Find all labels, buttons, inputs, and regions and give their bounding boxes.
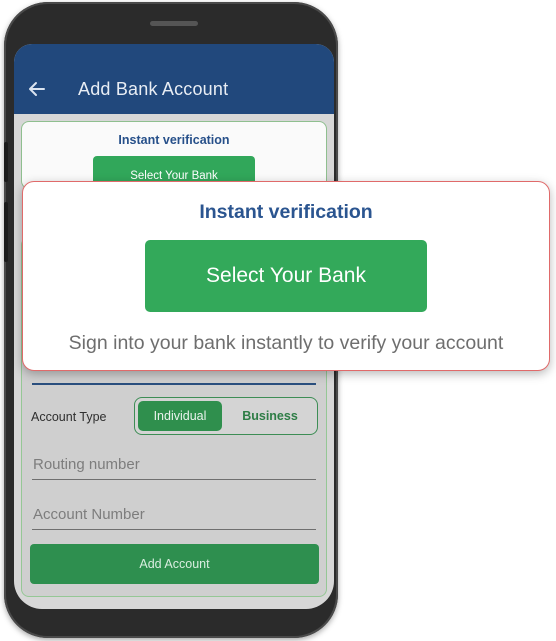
popup-title: Instant verification (199, 201, 373, 223)
account-number-field[interactable]: Account Number (32, 499, 316, 530)
phone-speaker (150, 21, 198, 26)
instant-verification-card: Instant verification Select Your Bank (21, 121, 327, 189)
phone-side-button (4, 202, 8, 262)
popup-select-bank-button[interactable]: Select Your Bank (145, 240, 427, 312)
routing-number-field[interactable]: Routing number (32, 449, 316, 480)
stage: Add Bank Account Instant verification Se… (0, 0, 556, 641)
account-type-toggle: Individual Business (134, 397, 318, 435)
account-number-placeholder: Account Number (33, 506, 145, 523)
add-account-button[interactable]: Add Account (30, 544, 319, 584)
page-title: Add Bank Account (78, 79, 229, 99)
instant-verification-title: Instant verification (118, 133, 230, 147)
account-type-label: Account Type (31, 410, 107, 424)
instant-verification-popup: Instant verification Select Your Bank Si… (22, 181, 550, 371)
phone-side-button (4, 142, 8, 182)
app-bar: Add Bank Account (14, 44, 334, 114)
arrow-left-icon[interactable] (26, 78, 48, 100)
routing-number-placeholder: Routing number (33, 456, 140, 473)
popup-description: Sign into your bank instantly to verify … (68, 332, 504, 354)
account-type-business-option[interactable]: Business (227, 401, 313, 431)
field-underline (32, 383, 316, 385)
account-type-individual-option[interactable]: Individual (138, 401, 222, 431)
